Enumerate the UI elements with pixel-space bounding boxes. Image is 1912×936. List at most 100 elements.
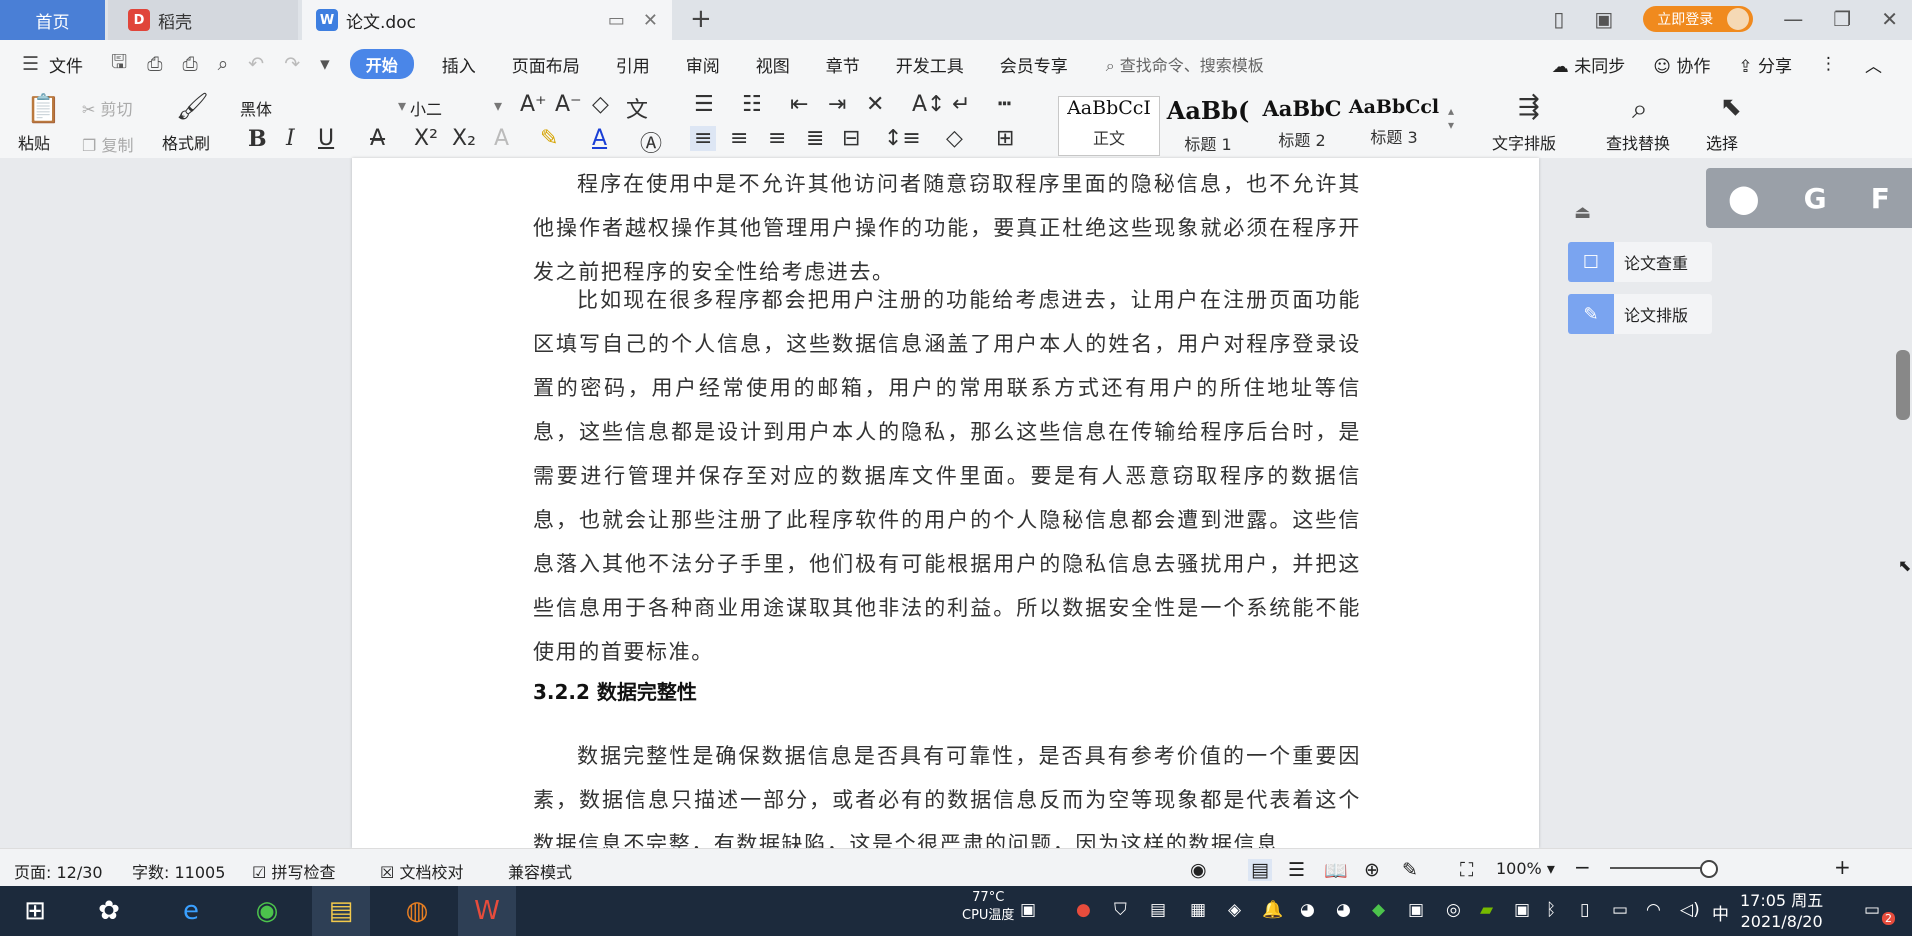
collapse-ribbon-icon[interactable]: ︿ xyxy=(1865,52,1882,77)
italic-icon[interactable]: I xyxy=(286,126,295,151)
tray-icon-app5[interactable]: ▣ xyxy=(1408,900,1424,920)
select-button[interactable]: 选择 xyxy=(1706,130,1738,154)
menu-file[interactable]: 文件 xyxy=(49,52,101,77)
reading-view-icon[interactable]: 📖 xyxy=(1324,859,1348,882)
login-button[interactable]: 立即登录 xyxy=(1643,6,1754,32)
writing-mode-icon[interactable]: ✎ xyxy=(1402,859,1418,881)
tray-icon-app2[interactable]: ▤ xyxy=(1150,900,1166,920)
menu-references[interactable]: 引用 xyxy=(598,52,668,77)
menu-developer[interactable]: 开发工具 xyxy=(878,52,982,77)
more-icon[interactable]: ⋮ xyxy=(1820,54,1837,74)
align-left-icon[interactable]: ≡ xyxy=(690,126,717,151)
increase-indent-icon[interactable]: ⇥ xyxy=(828,92,846,117)
show-marks-icon[interactable]: ↵ xyxy=(952,92,970,117)
tray-icon-red[interactable]: ● xyxy=(1076,900,1091,920)
floating-toolbar[interactable]: ⬤ G F xyxy=(1706,168,1912,228)
redo-icon[interactable]: ↷ xyxy=(274,53,310,75)
align-right-icon[interactable]: ≡ xyxy=(768,126,786,151)
action-center-icon[interactable]: ▭ xyxy=(1864,900,1880,920)
notification-bell-icon[interactable]: 🔔 xyxy=(1262,900,1283,920)
new-tab-button[interactable]: + xyxy=(690,4,712,34)
battery-icon[interactable]: ▭ xyxy=(1612,900,1628,920)
tray-icon-app7[interactable]: ▣ xyxy=(1514,900,1530,920)
zoom-in-icon[interactable]: + xyxy=(1834,855,1851,879)
wps-office-icon[interactable]: W xyxy=(458,886,516,936)
file-explorer-icon[interactable]: ▤ xyxy=(312,886,370,936)
skin-icon[interactable]: ▣ xyxy=(1594,7,1613,31)
web-view-icon[interactable]: ⊕ xyxy=(1364,859,1380,881)
windows-start-icon[interactable]: ⊞ xyxy=(6,886,64,936)
volume-icon[interactable]: ◁) xyxy=(1680,900,1700,920)
tab-close-icon[interactable]: ✕ xyxy=(643,10,658,31)
tab-daoke[interactable]: D 稻壳 xyxy=(108,0,298,40)
distribute-icon[interactable]: ⊟ xyxy=(842,126,860,151)
cut-button[interactable]: ✂ 剪切 xyxy=(82,96,133,120)
tray-icon-green[interactable]: ◆ xyxy=(1372,900,1385,920)
outline-view-icon[interactable]: ☰ xyxy=(1288,859,1305,881)
record-icon[interactable]: ⬤ xyxy=(1728,182,1759,215)
styles-expand-icon[interactable]: ▴ ▾ xyxy=(1448,104,1454,132)
page-view-icon[interactable]: ▤ xyxy=(1248,859,1272,881)
sync-status[interactable]: ☁ 未同步 xyxy=(1552,52,1625,77)
undo-icon[interactable]: ↶ xyxy=(238,53,274,75)
pinned-app-icon[interactable]: ✿ xyxy=(80,886,138,936)
word-count[interactable]: 字数: 11005 xyxy=(132,859,225,883)
copy-button[interactable]: ❐ 复制 xyxy=(82,132,133,156)
style-normal[interactable]: AaBbCcI 正文 xyxy=(1058,96,1160,156)
tray-icon-app3[interactable]: ▦ xyxy=(1190,900,1206,920)
share-button[interactable]: ⇪ 分享 xyxy=(1738,52,1792,77)
clear-format-icon[interactable]: ◇ xyxy=(592,92,609,117)
chinese-layout-icon[interactable]: ✕ xyxy=(866,92,884,117)
style-heading1[interactable]: AaBb( 标题 1 xyxy=(1158,96,1258,154)
bluetooth-icon[interactable]: ᛒ xyxy=(1546,900,1556,920)
font-family-select[interactable]: 黑体 xyxy=(240,96,390,120)
underline-icon[interactable]: U xyxy=(318,126,334,151)
media-app-icon[interactable]: ◍ xyxy=(388,886,446,936)
font-color-icon[interactable]: A xyxy=(592,126,607,151)
zoom-slider[interactable] xyxy=(1610,867,1710,869)
char-border-icon[interactable]: Ⓐ xyxy=(640,126,662,158)
eye-protection-icon[interactable]: ◉ xyxy=(1190,859,1207,881)
subscript-icon[interactable]: X₂ xyxy=(452,126,476,151)
quick-access-dropdown-icon[interactable]: ▾ xyxy=(310,53,340,75)
format-painter-button[interactable]: 格式刷 xyxy=(162,130,210,154)
find-replace-button[interactable]: 查找替换 xyxy=(1606,130,1670,154)
fit-page-icon[interactable]: ⛶ xyxy=(1460,859,1473,881)
menu-start[interactable]: 开始 xyxy=(349,49,414,79)
text-direction-icon[interactable]: A↕ xyxy=(912,92,945,117)
wifi-icon[interactable]: ◠ xyxy=(1646,900,1661,920)
ruler-icon[interactable]: ┅ xyxy=(998,92,1011,117)
bold-icon[interactable]: B xyxy=(248,126,267,152)
align-center-icon[interactable]: ≡ xyxy=(730,126,748,151)
font-family-dropdown-icon[interactable]: ▾ xyxy=(398,96,406,115)
decrease-indent-icon[interactable]: ⇤ xyxy=(790,92,808,117)
paper-layout-button[interactable]: ✎ 论文排版 xyxy=(1568,294,1712,334)
menu-page-layout[interactable]: 页面布局 xyxy=(494,52,598,77)
strikethrough-icon[interactable]: A xyxy=(370,126,385,151)
qq-icon[interactable]: ◕ xyxy=(1300,900,1315,920)
layout-toggle-icon[interactable]: ▯ xyxy=(1553,7,1564,31)
style-heading2[interactable]: AaBbC 标题 2 xyxy=(1252,96,1352,154)
minimize-icon[interactable]: — xyxy=(1783,7,1803,31)
vertical-scrollbar-thumb[interactable] xyxy=(1896,350,1910,420)
zoom-slider-handle[interactable] xyxy=(1700,860,1718,878)
text-layout-icon[interactable]: ⇶ xyxy=(1518,92,1540,122)
tab-document[interactable]: W 论文.doc ▭ ✕ xyxy=(302,0,672,40)
browser-icon[interactable]: ◉ xyxy=(238,886,296,936)
cpu-temp-widget[interactable]: 77°C CPU温度 xyxy=(962,889,1014,925)
system-clock[interactable]: 17:05 周五 2021/8/20 xyxy=(1740,890,1823,932)
shrink-font-icon[interactable]: A⁻ xyxy=(555,92,582,117)
print-icon[interactable]: ⎙ xyxy=(172,53,207,75)
tab-home[interactable]: 首页 xyxy=(0,0,105,40)
zoom-level[interactable]: 100% ▾ xyxy=(1496,859,1555,878)
print-preview-icon[interactable]: ⌕ xyxy=(208,53,239,75)
restore-icon[interactable]: ❐ xyxy=(1833,7,1851,31)
output-icon[interactable]: ⎙ xyxy=(137,53,172,75)
format-painter-icon[interactable]: 🖌 xyxy=(176,92,209,122)
menu-chapter[interactable]: 章节 xyxy=(808,52,878,77)
tray-icon-shield[interactable]: ⛉ xyxy=(1114,900,1127,920)
tray-icon-app4[interactable]: ◈ xyxy=(1228,900,1241,920)
ime-indicator[interactable]: 中 xyxy=(1712,900,1729,925)
phonetic-icon[interactable]: 文 xyxy=(626,92,648,124)
spell-check-button[interactable]: ☑ 拼写检查 xyxy=(252,859,335,883)
